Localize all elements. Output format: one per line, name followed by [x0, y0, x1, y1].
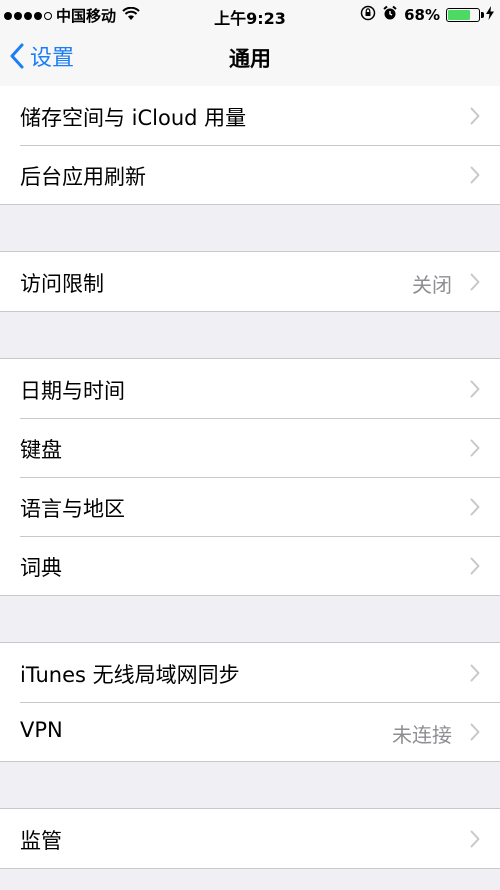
- settings-row[interactable]: VPN 未连接: [0, 702, 500, 761]
- chevron-right-icon: [470, 830, 480, 852]
- settings-row[interactable]: iTunes 无线局域网同步: [0, 643, 500, 702]
- settings-row-label: 后台应用刷新: [20, 165, 146, 189]
- battery-icon: [446, 8, 484, 22]
- chevron-right-icon: [470, 664, 480, 686]
- settings-row[interactable]: 后台应用刷新: [0, 145, 500, 204]
- chevron-right-icon: [470, 273, 480, 295]
- settings-row[interactable]: 词典: [0, 536, 500, 595]
- settings-row[interactable]: 访问限制 关闭: [0, 252, 500, 311]
- battery-percent: 68%: [404, 6, 440, 24]
- battery-fill: [448, 10, 470, 20]
- settings-row-label: 词典: [20, 556, 62, 580]
- settings-row[interactable]: 日期与时间: [0, 359, 500, 418]
- settings-row-label: 语言与地区: [20, 497, 125, 521]
- settings-row-label: 储存空间与 iCloud 用量: [20, 106, 247, 130]
- chevron-right-icon: [470, 498, 480, 520]
- alarm-icon: [382, 5, 398, 25]
- settings-group: iTunes 无线局域网同步 VPN 未连接: [0, 642, 500, 762]
- chevron-right-icon: [470, 723, 480, 745]
- settings-list: 储存空间与 iCloud 用量 后台应用刷新 访问限制 关闭 日期与时间 键盘 语言与地区词…: [0, 86, 500, 869]
- settings-row-label: 键盘: [20, 438, 62, 462]
- chevron-right-icon: [470, 380, 480, 402]
- settings-group: 储存空间与 iCloud 用量 后台应用刷新: [0, 86, 500, 205]
- settings-row-label: VPN: [20, 718, 63, 742]
- status-bar: 中国移动 上午9:23 68%: [0, 0, 500, 30]
- status-right: 68%: [360, 5, 494, 25]
- chevron-right-icon: [470, 166, 480, 188]
- settings-row[interactable]: 语言与地区: [0, 477, 500, 536]
- settings-row-label: 日期与时间: [20, 379, 125, 403]
- page-title: 通用: [229, 47, 271, 71]
- navigation-bar: 设置 通用: [0, 30, 500, 87]
- settings-row-label: iTunes 无线局域网同步: [20, 663, 240, 687]
- settings-row-value: 关闭: [412, 273, 452, 297]
- chevron-right-icon: [470, 107, 480, 129]
- chevron-right-icon: [470, 439, 480, 461]
- settings-row[interactable]: 监管: [0, 809, 500, 868]
- settings-row-label: 访问限制: [20, 272, 104, 296]
- settings-row[interactable]: 键盘: [0, 418, 500, 477]
- settings-group: 访问限制 关闭: [0, 251, 500, 312]
- charging-bolt-icon: [486, 6, 494, 24]
- settings-row-value: 未连接: [392, 723, 452, 747]
- settings-row[interactable]: 储存空间与 iCloud 用量: [0, 86, 500, 145]
- settings-row-label: 监管: [20, 829, 62, 853]
- settings-group: 日期与时间键盘语言与地区词典: [0, 358, 500, 596]
- settings-group: 监管: [0, 808, 500, 869]
- orientation-lock-icon: [360, 5, 376, 25]
- chevron-right-icon: [470, 557, 480, 579]
